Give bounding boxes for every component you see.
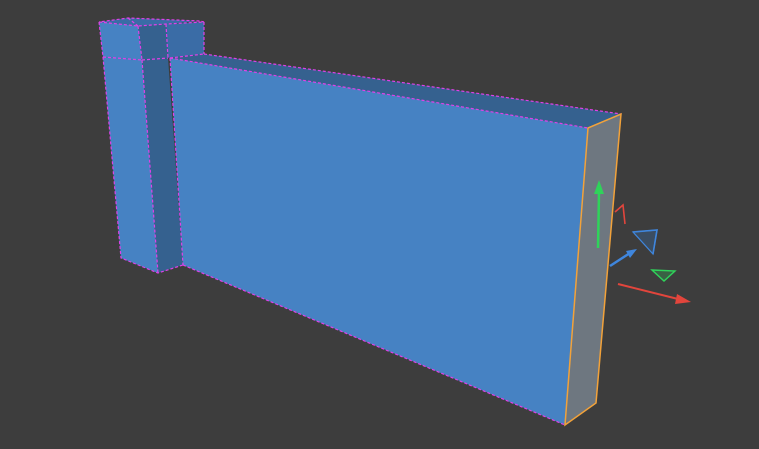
- post-cap-block-face[interactable]: [166, 22, 204, 58]
- post-cap-side-face[interactable]: [138, 24, 168, 60]
- viewport-canvas[interactable]: [0, 0, 759, 449]
- post-cap-front-face[interactable]: [99, 22, 142, 60]
- 3d-viewport[interactable]: [0, 0, 759, 449]
